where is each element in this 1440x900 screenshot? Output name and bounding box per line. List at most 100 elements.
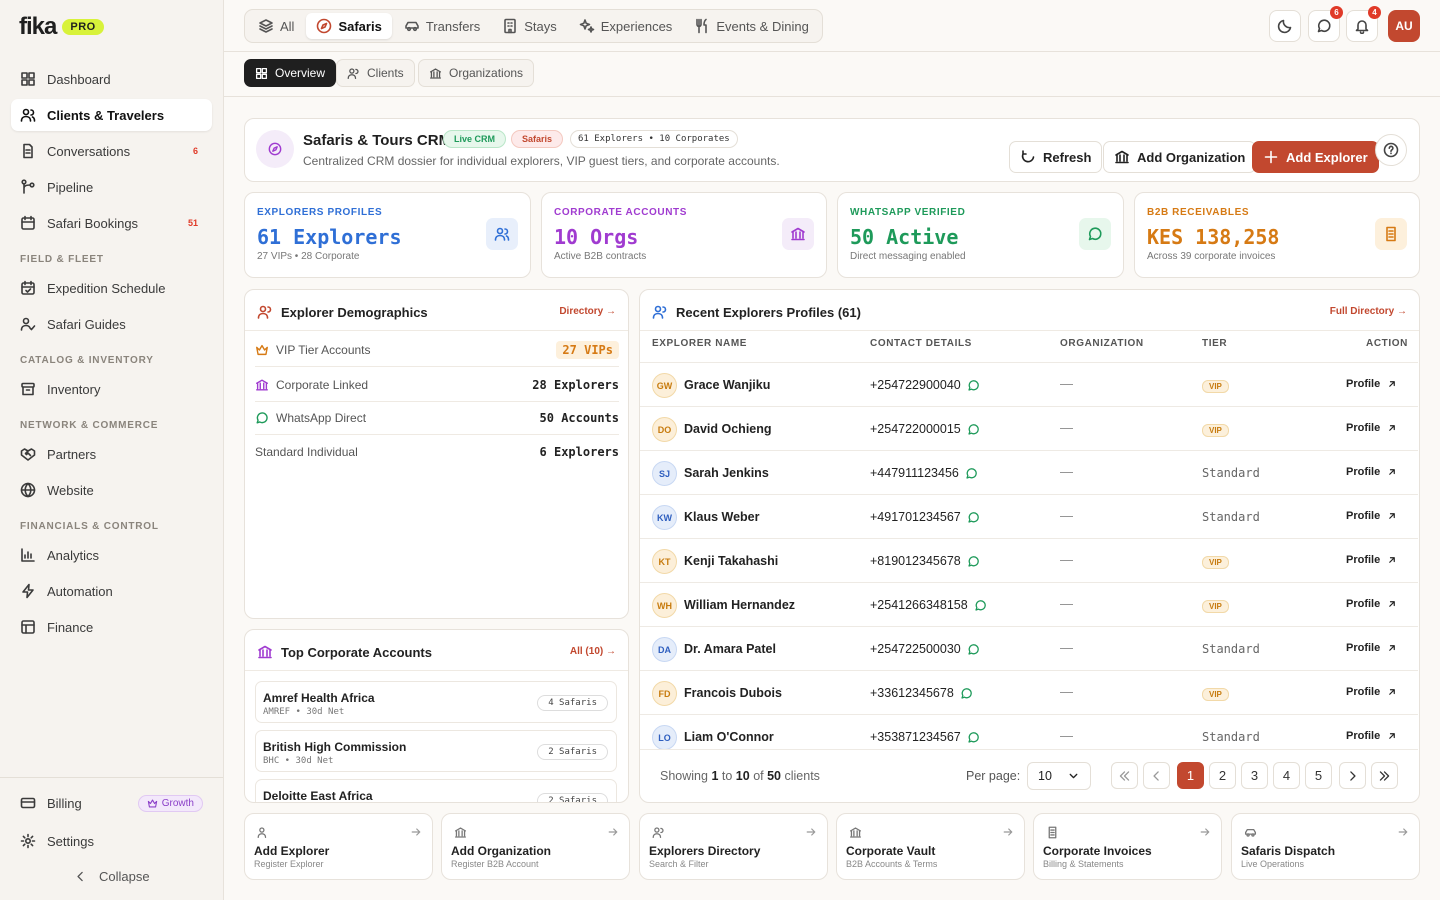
sidebar-item-inventory[interactable]: Inventory	[11, 373, 212, 405]
notifications-button[interactable]: 4	[1346, 6, 1381, 42]
per-page-select[interactable]: 10	[1027, 762, 1091, 790]
explorer-name[interactable]: David Ochieng	[684, 422, 772, 436]
messages-button[interactable]: 6	[1308, 6, 1343, 42]
profile-link[interactable]: Profile	[1346, 510, 1398, 522]
explorer-name[interactable]: Sarah Jenkins	[684, 466, 769, 480]
tab-transfers[interactable]: Transfers	[394, 13, 490, 39]
table-row[interactable]: FD Francois Dubois +33612345678 — VIP Profile	[640, 670, 1418, 714]
column-header[interactable]: ORGANIZATION	[1060, 338, 1144, 349]
sidebar-item-finance[interactable]: Finance	[11, 611, 212, 643]
sidebar-item-billing[interactable]: Billing Growth	[11, 787, 212, 819]
sidebar-item-conversations[interactable]: Conversations 6	[11, 135, 212, 167]
table-row[interactable]: KW Klaus Weber +491701234567 — Standard Profi…	[640, 494, 1418, 538]
add-explorer-action[interactable]: Add Explorer Register Explorer	[244, 813, 433, 880]
refresh-button[interactable]: Refresh	[1009, 141, 1103, 173]
explorer-name[interactable]: Klaus Weber	[684, 510, 760, 524]
explorer-phone[interactable]: +353871234567	[870, 730, 980, 744]
kpi-card-whatsapp[interactable]: WHATSAPP VERIFIED 50 Active Direct messa…	[837, 192, 1124, 278]
profile-link[interactable]: Profile	[1346, 686, 1398, 698]
explorer-phone[interactable]: +819012345678	[870, 554, 980, 568]
table-row[interactable]: WH William Hernandez +2541266348158 — VIP Pro…	[640, 582, 1418, 626]
table-row[interactable]: DO David Ochieng +254722000015 — VIP Profile	[640, 406, 1418, 450]
subtab-clients[interactable]: Clients	[336, 59, 415, 87]
tab-events-dining[interactable]: Events & Dining	[684, 13, 819, 39]
table-row[interactable]: LO Liam O'Connor +353871234567 — Standard Pro…	[640, 714, 1418, 750]
profile-link[interactable]: Profile	[1346, 642, 1398, 654]
column-header[interactable]: CONTACT DETAILS	[870, 338, 972, 349]
explorer-phone[interactable]: +254722500030	[870, 642, 980, 656]
profile-link[interactable]: Profile	[1346, 730, 1398, 742]
full-directory-link[interactable]: Full Directory →	[1330, 306, 1407, 317]
sidebar-item-safari-bookings[interactable]: Safari Bookings 51	[11, 207, 212, 239]
prev-page-button[interactable]	[1143, 762, 1170, 789]
explorer-name[interactable]: Dr. Amara Patel	[684, 642, 776, 656]
sidebar-item-pipeline[interactable]: Pipeline	[11, 171, 212, 203]
sidebar-item-settings[interactable]: Settings	[11, 825, 212, 857]
last-page-button[interactable]	[1371, 762, 1398, 789]
add-organization-button[interactable]: Add Organization	[1103, 141, 1257, 173]
table-row[interactable]: SJ Sarah Jenkins +447911123456 — Standard Pro…	[640, 450, 1418, 494]
explorer-name[interactable]: William Hernandez	[684, 598, 795, 612]
tab-experiences[interactable]: Experiences	[569, 13, 683, 39]
first-page-button[interactable]	[1111, 762, 1138, 789]
page-button[interactable]: 4	[1273, 762, 1300, 789]
next-page-button[interactable]	[1339, 762, 1366, 789]
column-header[interactable]: EXPLORER NAME	[652, 338, 747, 349]
page-button[interactable]: 1	[1177, 762, 1204, 789]
explorer-phone[interactable]: +254722900040	[870, 378, 980, 392]
sidebar-item-analytics[interactable]: Analytics	[11, 539, 212, 571]
column-header[interactable]: ACTION	[1366, 338, 1408, 349]
explorer-phone[interactable]: +447911123456	[870, 466, 978, 480]
theme-toggle-button[interactable]	[1269, 10, 1301, 42]
safaris-dispatch-action[interactable]: Safaris Dispatch Live Operations	[1231, 813, 1420, 880]
add-organization-action[interactable]: Add Organization Register B2B Account	[441, 813, 630, 880]
explorer-name[interactable]: Grace Wanjiku	[684, 378, 770, 392]
kpi-card-corporate[interactable]: CORPORATE ACCOUNTS 10 Orgs Active B2B co…	[541, 192, 827, 278]
profile-link[interactable]: Profile	[1346, 598, 1398, 610]
profile-link[interactable]: Profile	[1346, 466, 1398, 478]
tab-stays[interactable]: Stays	[492, 13, 567, 39]
sidebar-item-partners[interactable]: Partners	[11, 438, 212, 470]
help-button[interactable]	[1375, 134, 1407, 166]
explorer-name[interactable]: Kenji Takahashi	[684, 554, 778, 568]
explorer-phone[interactable]: +2541266348158	[870, 598, 987, 612]
add-explorer-button[interactable]: Add Explorer	[1252, 141, 1379, 173]
user-avatar[interactable]: AU	[1388, 10, 1420, 42]
profile-link[interactable]: Profile	[1346, 554, 1398, 566]
page-button[interactable]: 3	[1241, 762, 1268, 789]
sidebar-item-expedition-schedule[interactable]: Expedition Schedule	[11, 272, 212, 304]
sidebar-item-automation[interactable]: Automation	[11, 575, 212, 607]
table-row[interactable]: GW Grace Wanjiku +254722900040 — VIP Profile	[640, 362, 1418, 406]
table-row[interactable]: KT Kenji Takahashi +819012345678 — VIP Profil…	[640, 538, 1418, 582]
kpi-card-receivables[interactable]: B2B RECEIVABLES KES 138,258 Across 39 co…	[1134, 192, 1420, 278]
profile-link[interactable]: Profile	[1346, 422, 1398, 434]
table-row[interactable]: DA Dr. Amara Patel +254722500030 — Standard P…	[640, 626, 1418, 670]
explorer-phone[interactable]: +491701234567	[870, 510, 980, 524]
directory-link[interactable]: Directory →	[559, 306, 616, 317]
explorer-phone[interactable]: +33612345678	[870, 686, 973, 700]
tab-all[interactable]: All	[248, 13, 304, 39]
corporate-vault-action[interactable]: Corporate Vault B2B Accounts & Terms	[836, 813, 1025, 880]
sidebar-item-website[interactable]: Website	[11, 474, 212, 506]
sidebar-item-safari-guides[interactable]: Safari Guides	[11, 308, 212, 340]
corporate-account-item[interactable]: Amref Health Africa AMREF • 30d Net 4 Sa…	[255, 681, 617, 723]
logo[interactable]: fika PRO	[19, 13, 104, 41]
explorer-name[interactable]: Francois Dubois	[684, 686, 782, 700]
page-button[interactable]: 5	[1305, 762, 1332, 789]
sidebar-item-clients[interactable]: Clients & Travelers	[11, 99, 212, 131]
corporate-account-item[interactable]: Deloitte East Africa 2 Safaris	[255, 779, 617, 802]
collapse-button[interactable]: Collapse	[74, 869, 150, 884]
corporate-account-item[interactable]: British High Commission BHC • 30d Net 2 …	[255, 730, 617, 772]
subtab-overview[interactable]: Overview	[244, 59, 337, 87]
subtab-organizations[interactable]: Organizations	[418, 59, 535, 87]
all-corporates-link[interactable]: All (10) →	[570, 646, 616, 657]
explorer-phone[interactable]: +254722000015	[870, 422, 980, 436]
corporate-invoices-action[interactable]: Corporate Invoices Billing & Statements	[1033, 813, 1222, 880]
profile-link[interactable]: Profile	[1346, 378, 1398, 390]
page-button[interactable]: 2	[1209, 762, 1236, 789]
sidebar-item-dashboard[interactable]: Dashboard	[11, 63, 212, 95]
kpi-card-explorers[interactable]: EXPLORERS PROFILES 61 Explorers 27 VIPs …	[244, 192, 531, 278]
tab-safaris[interactable]: Safaris	[306, 13, 392, 39]
plan-badge[interactable]: Growth	[137, 794, 203, 812]
explorers-directory-action[interactable]: Explorers Directory Search & Filter	[639, 813, 828, 880]
